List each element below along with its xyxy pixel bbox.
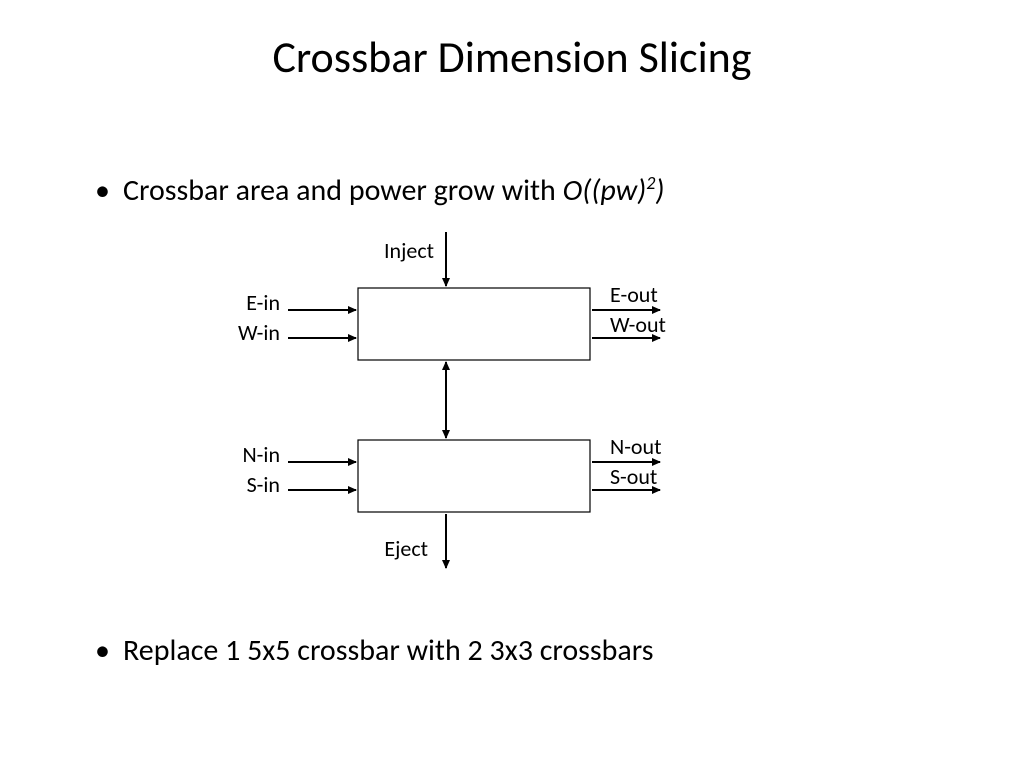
eject-label: Eject [384, 535, 428, 562]
n-in-label: N-in [242, 441, 280, 468]
e-in-label: E-in [246, 289, 280, 316]
diagram: Inject Eject E-in W-in E-out W-out N-in … [0, 0, 1024, 768]
s-out-label: S-out [610, 463, 657, 490]
inject-label: Inject [384, 237, 434, 264]
n-out-label: N-out [610, 433, 661, 460]
w-out-label: W-out [610, 311, 666, 338]
s-in-label: S-in [247, 471, 280, 498]
top-crossbar-box [358, 288, 590, 360]
e-out-label: E-out [610, 281, 658, 308]
w-in-label: W-in [238, 319, 280, 346]
slide: Crossbar Dimension Slicing Crossbar area… [0, 0, 1024, 768]
bottom-crossbar-box [358, 440, 590, 512]
